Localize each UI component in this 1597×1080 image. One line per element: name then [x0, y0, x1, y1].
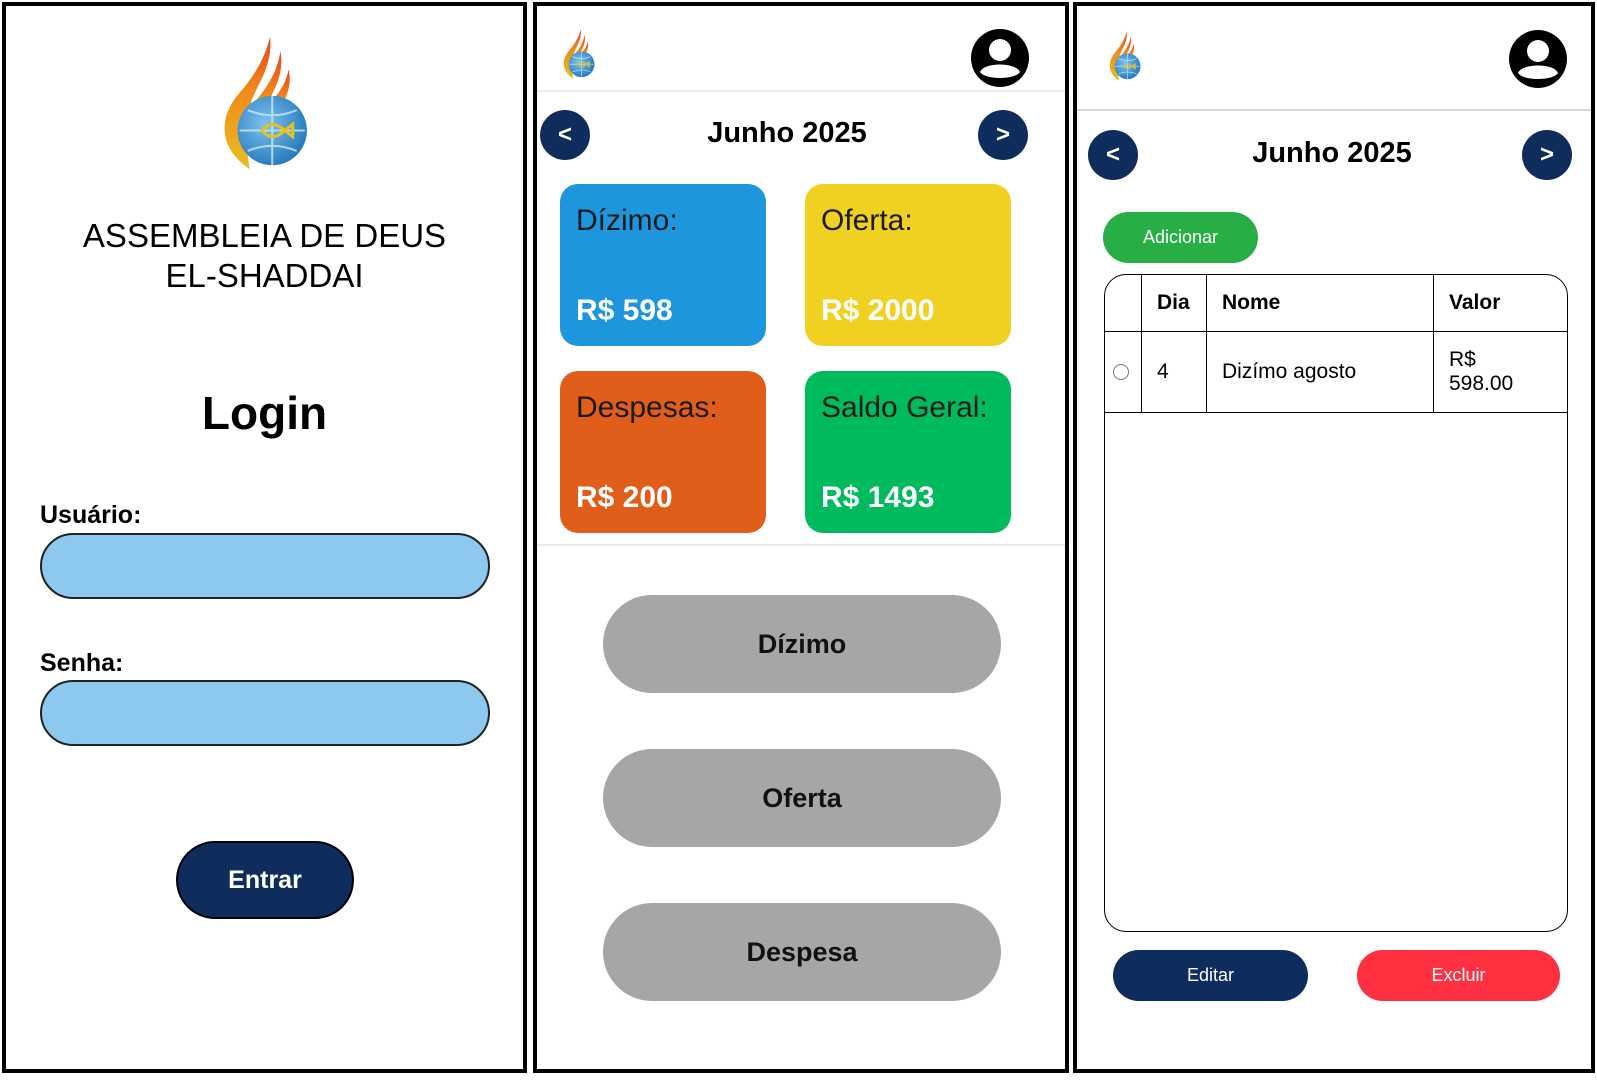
card-value: R$ 200 — [576, 481, 673, 514]
offering-button[interactable]: Oferta — [603, 749, 1001, 847]
church-logo-icon — [209, 36, 311, 170]
expense-button[interactable]: Despesa — [603, 903, 1001, 1001]
column-header-valor: Valor — [1433, 275, 1567, 332]
section-divider — [537, 544, 1065, 546]
table-row[interactable]: 4 Dizímo agosto R$ 598.00 — [1105, 331, 1567, 413]
cell-valor-amount: 598.00 — [1449, 372, 1514, 395]
user-label: Usuário: — [40, 501, 142, 529]
expenses-card[interactable]: Despesas: R$ 200 — [560, 371, 766, 533]
column-header-nome: Nome — [1206, 275, 1434, 332]
table-header-row: Dia Nome Valor — [1105, 275, 1567, 332]
login-button[interactable]: Entrar — [176, 841, 354, 919]
row-select-cell[interactable] — [1105, 331, 1142, 413]
user-account-icon[interactable] — [1508, 29, 1568, 89]
login-screen: ASSEMBLEIA DE DEUS EL-SHADDAI Login Usuá… — [2, 2, 527, 1073]
edit-button[interactable]: Editar — [1113, 950, 1308, 1001]
cell-dia: 4 — [1141, 331, 1207, 413]
balance-card[interactable]: Saldo Geral: R$ 1493 — [805, 371, 1011, 533]
records-screen: < Junho 2025 > Adicionar Dia Nome Valor … — [1073, 2, 1595, 1073]
prev-month-button[interactable]: < — [540, 110, 590, 160]
card-value: R$ 1493 — [821, 481, 935, 514]
cell-valor-currency: R$ — [1449, 348, 1476, 371]
password-label: Senha: — [40, 649, 124, 677]
next-month-button[interactable]: > — [978, 110, 1028, 160]
records-table: Dia Nome Valor 4 Dizímo agosto R$ 598.00 — [1104, 274, 1568, 932]
password-input[interactable] — [40, 680, 490, 746]
header-divider — [537, 90, 1065, 92]
tithe-button[interactable]: Dízimo — [603, 595, 1001, 693]
card-label: Despesas: — [576, 391, 718, 424]
offering-card[interactable]: Oferta: R$ 2000 — [805, 184, 1011, 346]
org-name-line2: EL-SHADDAI — [165, 257, 364, 294]
church-logo-icon[interactable] — [558, 26, 596, 82]
column-header-dia: Dia — [1141, 275, 1207, 332]
prev-month-button[interactable]: < — [1088, 130, 1138, 180]
card-label: Saldo Geral: — [821, 391, 988, 424]
user-account-icon[interactable] — [970, 28, 1030, 88]
add-button[interactable]: Adicionar — [1103, 212, 1258, 263]
cell-valor: R$ 598.00 — [1433, 331, 1567, 413]
dashboard-screen: < Junho 2025 > Dízimo: R$ 598 Oferta: R$… — [533, 2, 1069, 1073]
church-logo-icon[interactable] — [1104, 28, 1142, 84]
next-month-button[interactable]: > — [1522, 130, 1572, 180]
page-title: Login — [201, 387, 328, 439]
card-value: R$ 2000 — [821, 294, 935, 327]
tithe-card[interactable]: Dízimo: R$ 598 — [560, 184, 766, 346]
card-label: Dízimo: — [576, 204, 678, 237]
delete-button[interactable]: Excluir — [1357, 950, 1560, 1001]
select-column-header — [1105, 275, 1142, 332]
card-label: Oferta: — [821, 204, 913, 237]
card-value: R$ 598 — [576, 294, 673, 327]
month-label: Junho 2025 — [1252, 137, 1412, 169]
month-label: Junho 2025 — [707, 117, 867, 149]
header-divider — [1077, 109, 1591, 111]
user-input[interactable] — [40, 533, 490, 599]
org-name: ASSEMBLEIA DE DEUS EL-SHADDAI — [6, 216, 523, 296]
org-name-line1: ASSEMBLEIA DE DEUS — [82, 217, 447, 254]
cell-nome: Dizímo agosto — [1206, 331, 1434, 413]
row-radio[interactable] — [1113, 364, 1129, 380]
